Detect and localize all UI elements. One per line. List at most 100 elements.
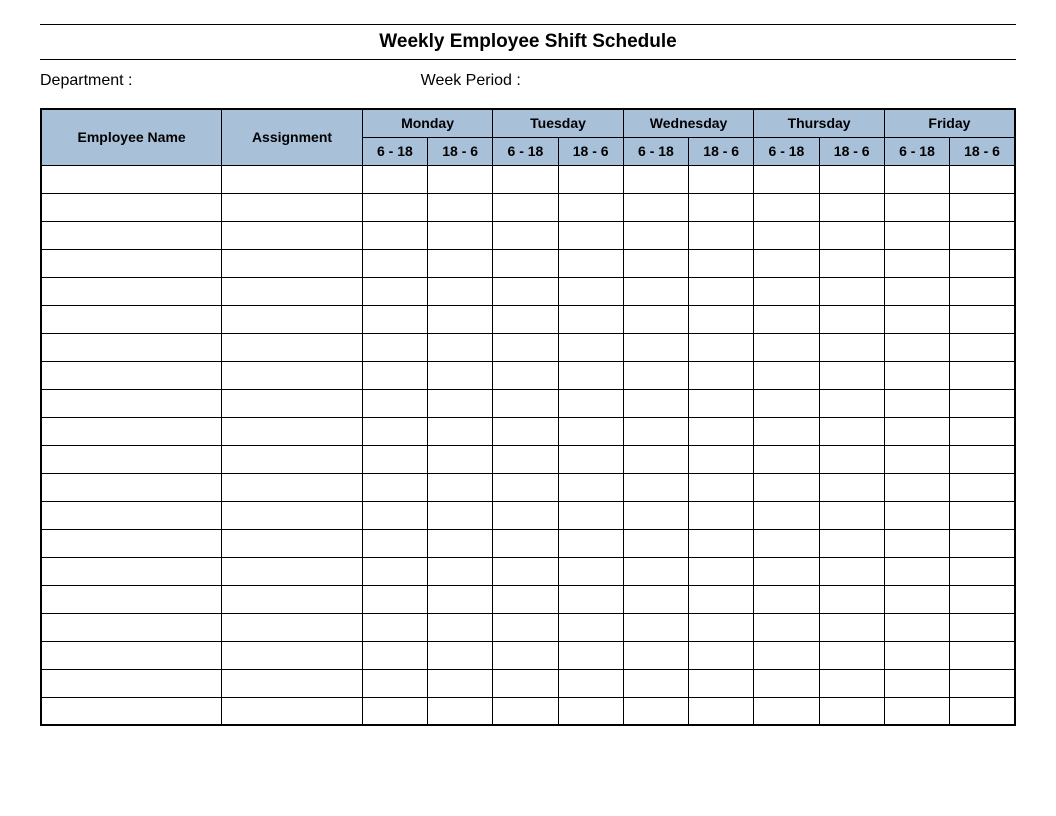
header-shift: 6 - 18 xyxy=(362,137,427,165)
table-cell xyxy=(819,529,884,557)
table-header: Employee Name Assignment Monday Tuesday … xyxy=(41,109,1015,165)
table-row xyxy=(41,249,1015,277)
table-cell xyxy=(428,585,493,613)
table-cell xyxy=(558,529,623,557)
header-shift: 18 - 6 xyxy=(558,137,623,165)
table-cell xyxy=(884,417,949,445)
table-row xyxy=(41,445,1015,473)
table-cell xyxy=(819,501,884,529)
table-cell xyxy=(623,305,688,333)
table-cell xyxy=(950,193,1015,221)
table-cell xyxy=(689,585,754,613)
table-cell xyxy=(884,389,949,417)
header-shift: 6 - 18 xyxy=(754,137,819,165)
table-cell xyxy=(689,641,754,669)
table-cell xyxy=(950,669,1015,697)
header-shift: 6 - 18 xyxy=(623,137,688,165)
table-cell xyxy=(754,389,819,417)
table-cell xyxy=(41,473,222,501)
table-cell xyxy=(754,697,819,725)
table-cell xyxy=(222,529,363,557)
table-cell xyxy=(558,557,623,585)
table-cell xyxy=(222,585,363,613)
table-cell xyxy=(754,333,819,361)
table-row xyxy=(41,501,1015,529)
table-cell xyxy=(950,641,1015,669)
table-cell xyxy=(754,669,819,697)
table-cell xyxy=(493,193,558,221)
title-bar: Weekly Employee Shift Schedule xyxy=(40,24,1016,60)
table-cell xyxy=(754,277,819,305)
table-cell xyxy=(950,613,1015,641)
table-cell xyxy=(428,501,493,529)
table-cell xyxy=(950,557,1015,585)
table-cell xyxy=(41,389,222,417)
table-cell xyxy=(222,445,363,473)
table-cell xyxy=(819,249,884,277)
table-cell xyxy=(884,193,949,221)
table-cell xyxy=(428,193,493,221)
table-cell xyxy=(950,417,1015,445)
table-cell xyxy=(222,249,363,277)
table-cell xyxy=(754,361,819,389)
table-cell xyxy=(689,445,754,473)
header-employee-name: Employee Name xyxy=(41,109,222,165)
table-cell xyxy=(493,585,558,613)
header-day-friday: Friday xyxy=(884,109,1015,137)
table-cell xyxy=(950,389,1015,417)
table-cell xyxy=(623,641,688,669)
table-cell xyxy=(222,501,363,529)
table-cell xyxy=(222,697,363,725)
table-row xyxy=(41,473,1015,501)
table-cell xyxy=(493,165,558,193)
table-cell xyxy=(222,305,363,333)
table-cell xyxy=(428,445,493,473)
table-cell xyxy=(428,165,493,193)
table-cell xyxy=(428,529,493,557)
table-cell xyxy=(623,193,688,221)
table-cell xyxy=(689,333,754,361)
table-cell xyxy=(623,529,688,557)
table-cell xyxy=(950,501,1015,529)
table-row xyxy=(41,669,1015,697)
table-cell xyxy=(41,193,222,221)
table-cell xyxy=(41,669,222,697)
table-cell xyxy=(558,473,623,501)
table-cell xyxy=(41,613,222,641)
table-row xyxy=(41,165,1015,193)
table-cell xyxy=(222,333,363,361)
table-cell xyxy=(689,305,754,333)
table-cell xyxy=(362,585,427,613)
table-cell xyxy=(884,333,949,361)
table-cell xyxy=(222,613,363,641)
table-cell xyxy=(428,305,493,333)
table-cell xyxy=(950,585,1015,613)
table-cell xyxy=(623,669,688,697)
table-cell xyxy=(493,333,558,361)
table-cell xyxy=(884,473,949,501)
table-cell xyxy=(558,613,623,641)
table-cell xyxy=(41,305,222,333)
table-cell xyxy=(623,333,688,361)
table-row xyxy=(41,641,1015,669)
table-cell xyxy=(884,669,949,697)
table-cell xyxy=(41,249,222,277)
table-row xyxy=(41,221,1015,249)
table-cell xyxy=(819,557,884,585)
table-row xyxy=(41,361,1015,389)
header-assignment: Assignment xyxy=(222,109,363,165)
table-cell xyxy=(950,473,1015,501)
table-cell xyxy=(362,613,427,641)
table-cell xyxy=(884,221,949,249)
table-cell xyxy=(884,641,949,669)
table-cell xyxy=(222,669,363,697)
table-cell xyxy=(884,585,949,613)
table-cell xyxy=(222,361,363,389)
table-row xyxy=(41,305,1015,333)
table-row xyxy=(41,417,1015,445)
table-cell xyxy=(362,193,427,221)
table-cell xyxy=(689,557,754,585)
table-cell xyxy=(362,669,427,697)
table-row xyxy=(41,613,1015,641)
header-day-wednesday: Wednesday xyxy=(623,109,754,137)
